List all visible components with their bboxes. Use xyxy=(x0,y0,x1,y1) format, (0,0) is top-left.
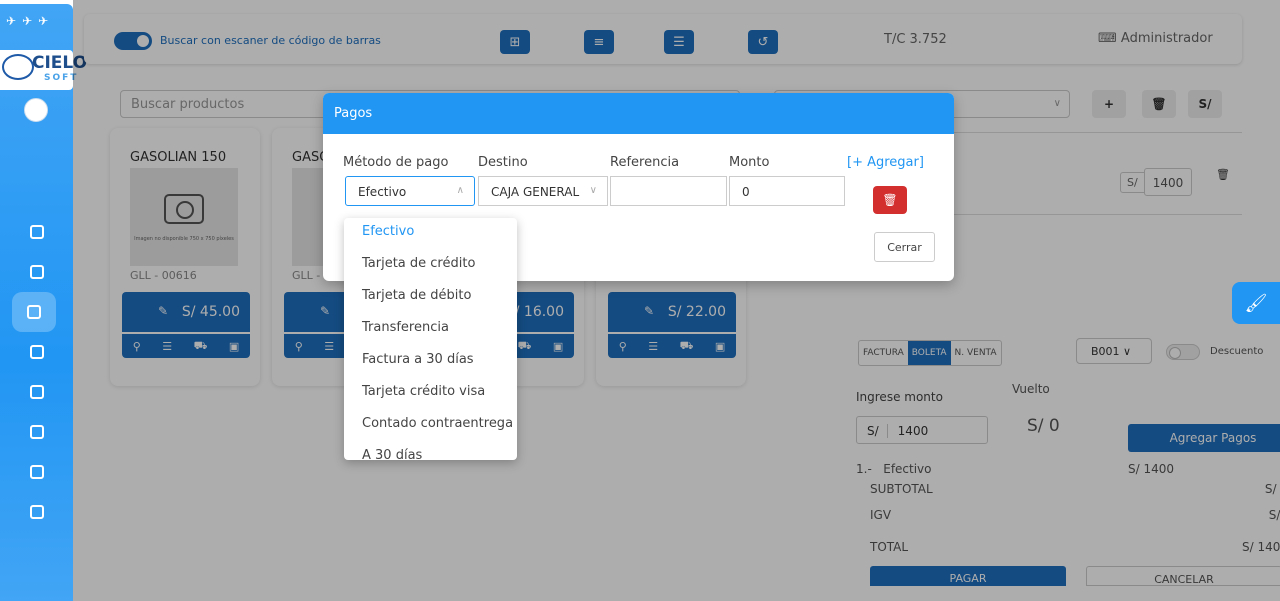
amount-label: Monto xyxy=(729,155,770,170)
sidebar-item-store[interactable] xyxy=(0,332,73,372)
avatar[interactable] xyxy=(24,98,48,122)
dropdown-option[interactable]: Contado contraentrega xyxy=(344,410,517,442)
sidebar-nav xyxy=(0,212,73,532)
payment-method-dropdown: Efectivo Tarjeta de crédito Tarjeta de d… xyxy=(344,218,517,460)
delete-payment-button[interactable]: 🗑 xyxy=(873,186,907,214)
payment-method-value: Efectivo xyxy=(358,185,407,199)
dropdown-option[interactable]: Tarjeta de débito xyxy=(344,282,517,314)
boxes-icon xyxy=(29,385,44,399)
boxes-icon xyxy=(29,425,44,439)
modal-backdrop[interactable] xyxy=(73,0,1280,601)
plane-icon[interactable]: ✈ xyxy=(6,14,16,28)
modal-title: Pagos xyxy=(323,93,954,134)
home-icon xyxy=(29,225,44,239)
sidebar-item-home[interactable] xyxy=(0,212,73,252)
chevron-up-icon: ∧ xyxy=(456,185,464,196)
sidebar-top-icons: ✈ ✈ ✈ xyxy=(0,4,73,28)
reference-input[interactable] xyxy=(610,176,727,206)
destination-value: CAJA GENERAL xyxy=(491,185,580,199)
payment-method-select[interactable]: Efectivo ∧ xyxy=(345,176,475,206)
dropdown-option[interactable]: Tarjeta crédito visa xyxy=(344,378,517,410)
paint-roller-icon: 🖌 xyxy=(1244,292,1268,314)
sidebar-item-box[interactable] xyxy=(0,492,73,532)
amount-input[interactable]: 0 xyxy=(729,176,845,206)
sidebar-item-users[interactable] xyxy=(0,452,73,492)
dropdown-option[interactable]: Efectivo xyxy=(344,218,517,250)
plane-icon[interactable]: ✈ xyxy=(38,14,48,28)
dropdown-option[interactable]: A 30 días xyxy=(344,442,517,460)
cart-icon xyxy=(27,305,41,319)
logo-mark xyxy=(2,54,34,80)
sidebar-item-cart[interactable] xyxy=(12,292,56,332)
trash-icon: 🗑 xyxy=(882,193,898,207)
box-icon xyxy=(29,505,44,519)
theme-paint-button[interactable]: 🖌 xyxy=(1232,282,1280,324)
user-icon xyxy=(29,465,44,479)
destination-label: Destino xyxy=(478,155,528,170)
destination-select[interactable]: CAJA GENERAL ∨ xyxy=(478,176,608,206)
sidebar: ✈ ✈ ✈ CIELO SOFT xyxy=(0,4,87,601)
chevron-down-icon: ∨ xyxy=(589,185,597,196)
close-button[interactable]: Cerrar xyxy=(874,232,935,262)
add-payment-link[interactable]: [+ Agregar] xyxy=(847,155,924,170)
sidebar-item-documents[interactable] xyxy=(0,252,73,292)
store-icon xyxy=(29,345,44,359)
logo: CIELO SOFT xyxy=(0,50,87,90)
dropdown-option[interactable]: Tarjeta de crédito xyxy=(344,250,517,282)
method-label: Método de pago xyxy=(343,155,449,170)
sidebar-item-warehouse[interactable] xyxy=(0,412,73,452)
dropdown-option[interactable]: Factura a 30 días xyxy=(344,346,517,378)
sidebar-item-inventory[interactable] xyxy=(0,372,73,412)
dropdown-option[interactable]: Transferencia xyxy=(344,314,517,346)
reference-label: Referencia xyxy=(610,155,680,170)
plane-icon[interactable]: ✈ xyxy=(22,14,32,28)
document-icon xyxy=(29,265,44,279)
